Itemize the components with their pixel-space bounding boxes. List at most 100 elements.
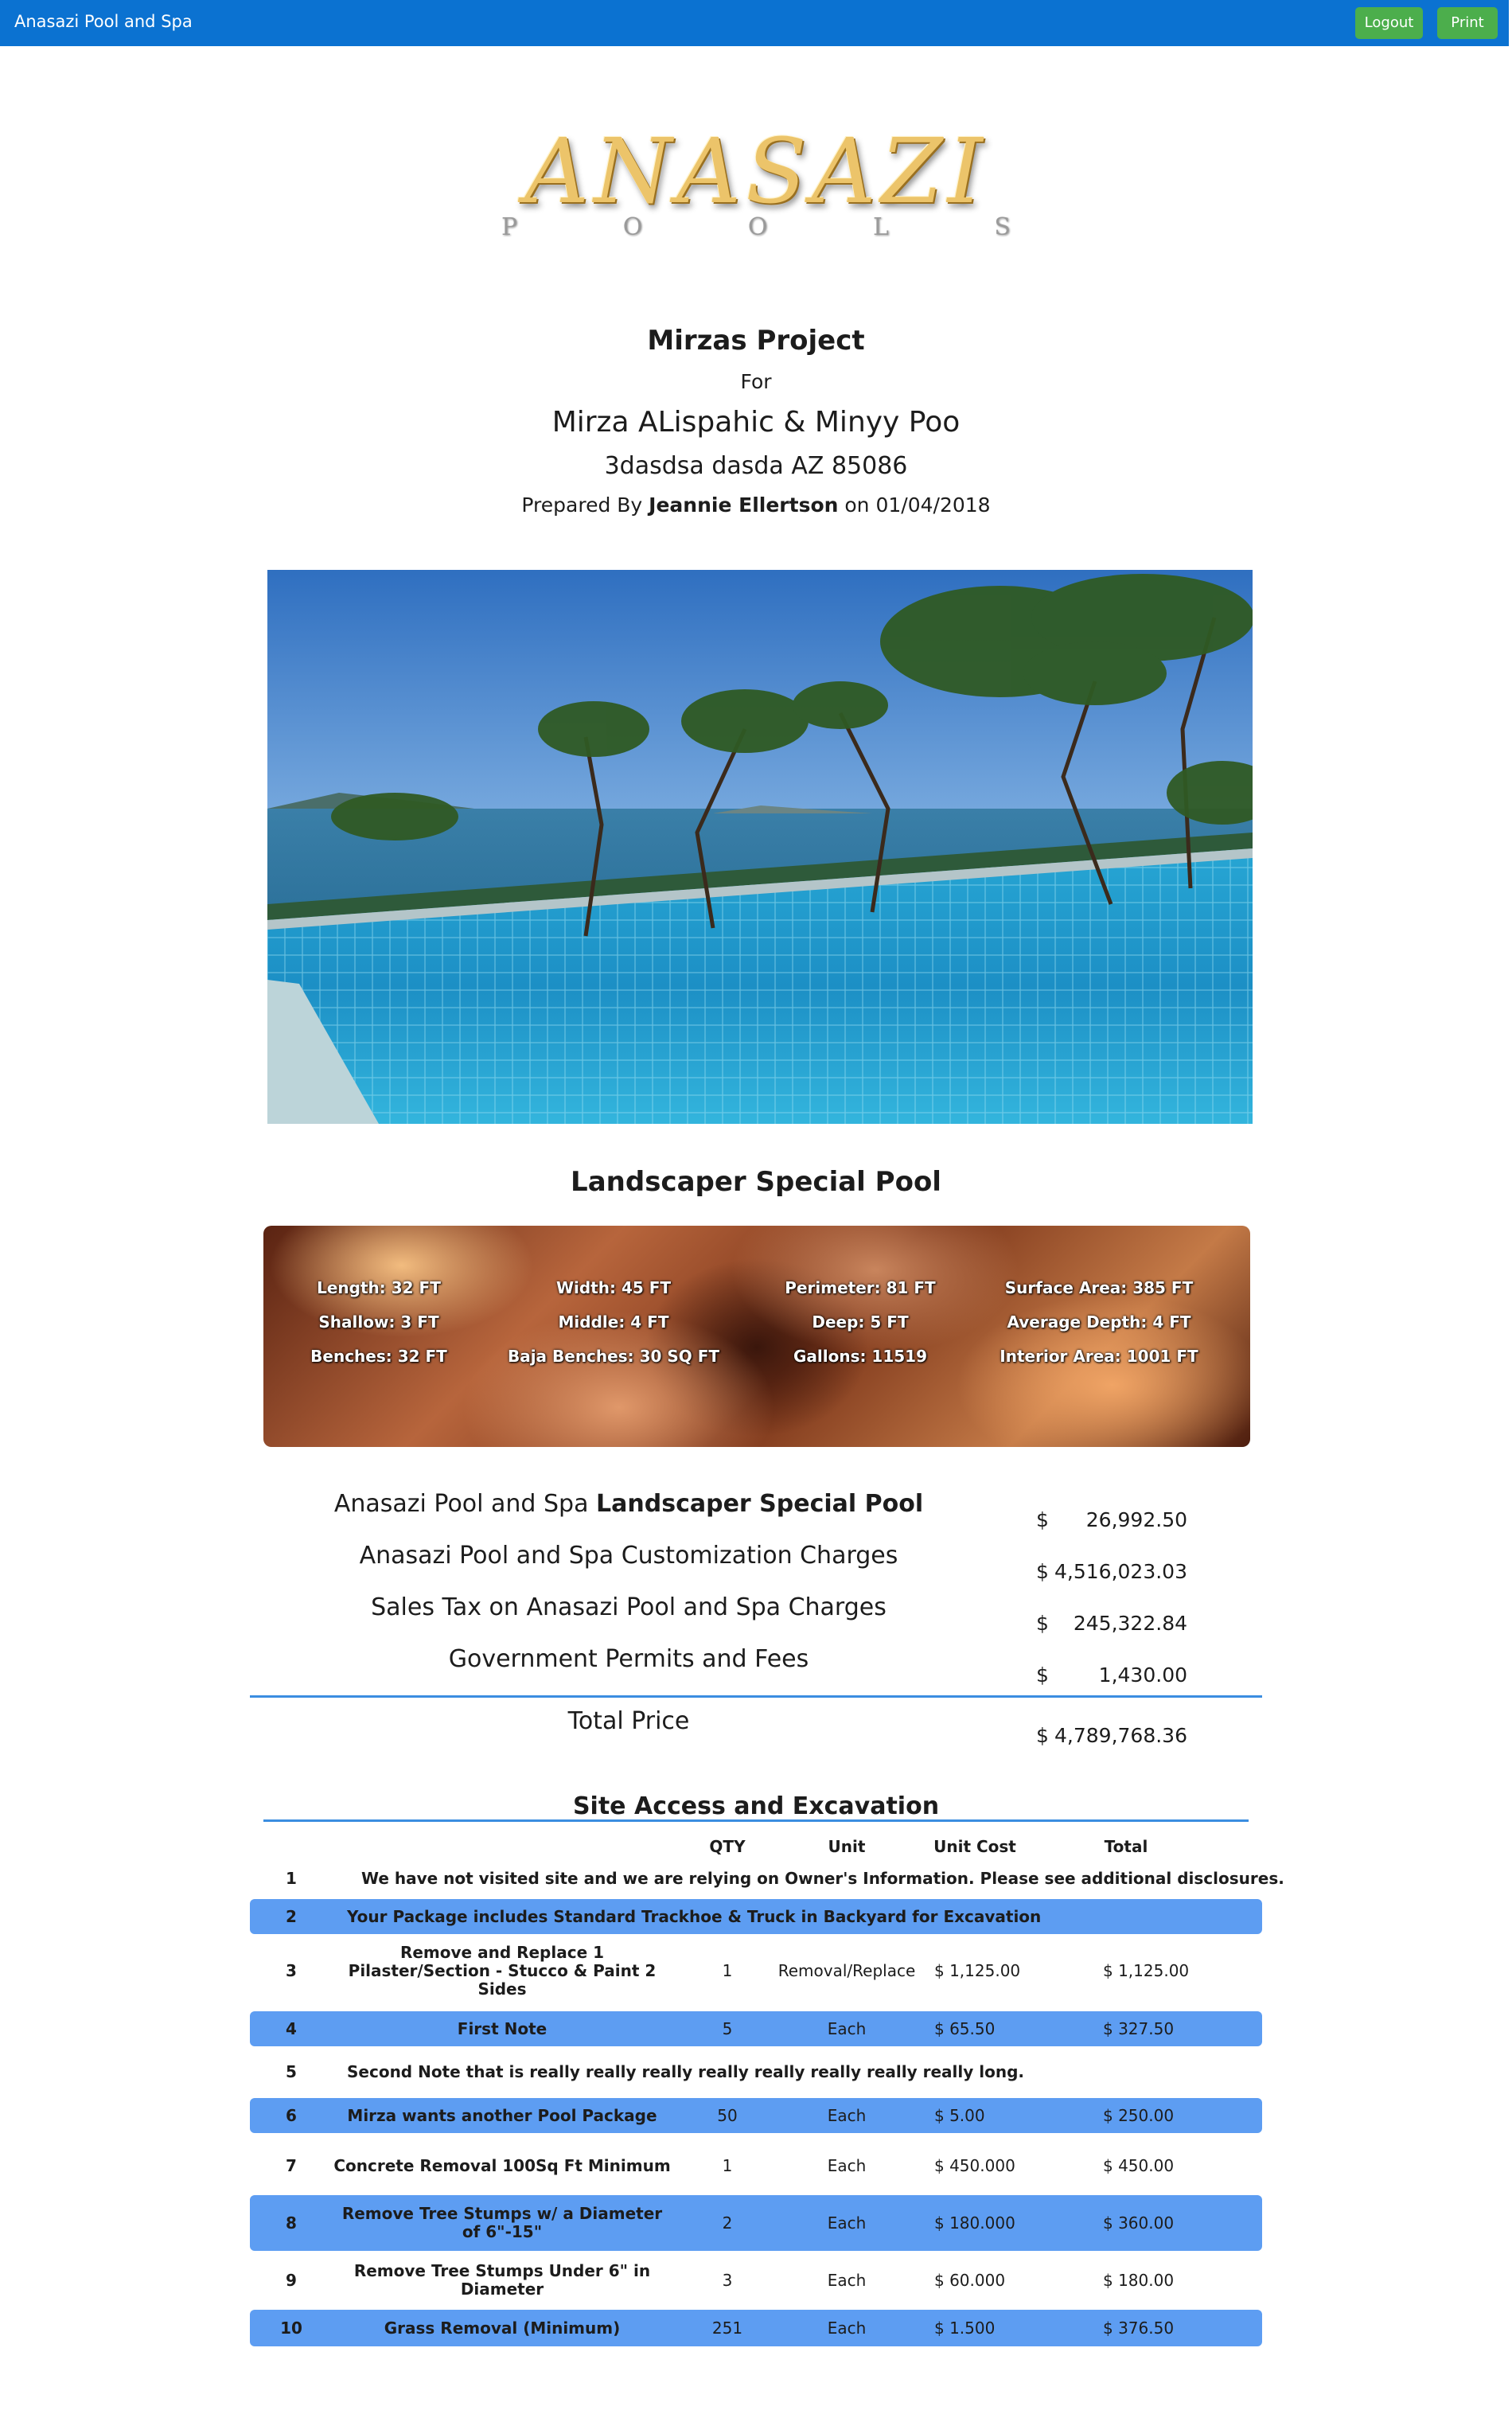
price-amount: 245,322.84 (1073, 1612, 1187, 1635)
row-unit: Each (827, 2018, 867, 2038)
row-number: 5 (286, 2061, 297, 2081)
row-total: $ 327.50 (1103, 2018, 1175, 2038)
dimension-benches: Benches: 32 FT (310, 1347, 447, 1366)
client-address: 3dasdsa dasda AZ 85086 (604, 452, 908, 480)
table-row: 5 Second Note that is really really real… (250, 2053, 1262, 2090)
row-number: 3 (286, 1960, 297, 1980)
row-unit-cost: $ 450.000 (934, 2155, 1015, 2175)
row-note: Your Package includes Standard Trackhoe … (347, 1906, 1042, 1926)
total-price-label: Total Price (567, 1707, 690, 1735)
row-total: $ 360.00 (1103, 2213, 1175, 2233)
row-number: 2 (286, 1906, 297, 1926)
price-line-customization: Anasazi Pool and Spa Customization Charg… (359, 1542, 898, 1570)
column-header-qty: QTY (709, 1837, 746, 1856)
dimension-baja-benches: Baja Benches: 30 SQ FT (507, 1347, 720, 1366)
row-unit: Each (827, 2270, 867, 2290)
row-total: $ 250.00 (1103, 2105, 1175, 2125)
row-number: 4 (286, 2018, 297, 2038)
row-qty: 5 (722, 2018, 733, 2038)
table-row: 6 Mirza wants another Pool Package 50 Ea… (250, 2098, 1262, 2133)
pool-photo (267, 570, 1253, 1124)
dimension-gallons: Gallons: 11519 (793, 1347, 928, 1366)
row-number: 10 (280, 2318, 302, 2338)
table-row: 9 Remove Tree Stumps Under 6" in Diamete… (250, 2256, 1262, 2305)
dimension-deep: Deep: 5 FT (812, 1312, 909, 1332)
total-divider (250, 1695, 1262, 1698)
logo-wordmark: ANASAZI (524, 120, 988, 224)
for-label: For (740, 370, 772, 393)
row-unit: Each (827, 2105, 867, 2125)
price-line-package-prefix: Anasazi Pool and Spa (333, 1490, 589, 1518)
logo-sub-letter: O (747, 213, 768, 241)
anasazi-pools-logo: ANASAZI P O O L S (414, 127, 1098, 247)
prepared-by-line: Prepared By Jeannie Ellertson on 01/04/2… (0, 493, 1512, 517)
price-line-package-name: Landscaper Special Pool (596, 1490, 924, 1518)
dimension-perimeter: Perimeter: 81 FT (785, 1278, 936, 1297)
pool-package-title: Landscaper Special Pool (571, 1166, 941, 1198)
pool-photo-illustration (267, 570, 1253, 1124)
row-description: Concrete Removal 100Sq Ft Minimum (333, 2155, 671, 2175)
table-row: 1 We have not visited site and we are re… (250, 1862, 1284, 1894)
row-note: We have not visited site and we are rely… (361, 1868, 1284, 1888)
dimension-surface-area: Surface Area: 385 FT (1004, 1278, 1194, 1297)
site-access-divider (263, 1819, 1249, 1822)
row-number: 6 (286, 2105, 297, 2125)
price-amount: 4,516,023.03 (1054, 1560, 1187, 1583)
row-description: Mirza wants another Pool Package (347, 2105, 657, 2125)
row-qty: 251 (711, 2318, 743, 2338)
price-line-permits: Government Permits and Fees (448, 1645, 809, 1673)
row-total: $ 450.00 (1103, 2155, 1175, 2175)
table-row: 10 Grass Removal (Minimum) 251 Each $ 1.… (250, 2310, 1262, 2346)
print-button[interactable]: Print (1437, 7, 1498, 39)
row-total: $ 376.50 (1103, 2318, 1175, 2338)
dimension-interior-area: Interior Area: 1001 FT (1000, 1347, 1198, 1366)
prepared-date: 01/04/2018 (875, 493, 991, 517)
price-amount: 1,430.00 (1098, 1663, 1187, 1687)
row-description: First Note (457, 2018, 548, 2038)
row-number: 9 (286, 2270, 297, 2290)
table-row: 8 Remove Tree Stumps w/ a Diameter of 6"… (250, 2195, 1262, 2251)
row-number: 1 (286, 1868, 297, 1888)
row-note: Second Note that is really really really… (347, 2061, 1025, 2081)
logout-button[interactable]: Logout (1355, 7, 1423, 39)
navbar-brand[interactable]: Anasazi Pool and Spa (14, 12, 193, 31)
row-description: Remove Tree Stumps w/ a Diameter of 6"-1… (341, 2204, 663, 2241)
table-row: 2 Your Package includes Standard Trackho… (250, 1899, 1262, 1934)
row-unit-cost: $ 1.500 (934, 2318, 996, 2338)
row-unit: Removal/Replace (777, 1960, 916, 1980)
row-description: Grass Removal (Minimum) (384, 2318, 621, 2338)
row-unit: Each (827, 2318, 867, 2338)
row-unit: Each (827, 2155, 867, 2175)
row-total: $ 180.00 (1103, 2270, 1175, 2290)
row-total: $ 1,125.00 (1103, 1960, 1190, 1980)
dimension-length: Length: 32 FT (317, 1278, 441, 1297)
total-price-amount: 4,789,768.36 (1054, 1724, 1187, 1747)
preparer-name: Jeannie Ellertson (649, 493, 839, 517)
dimension-middle: Middle: 4 FT (558, 1312, 669, 1332)
row-unit-cost: $ 180.000 (934, 2213, 1015, 2233)
logo-sub-letter: P (501, 213, 518, 241)
client-name: Mirza ALispahic & Minyy Poo (551, 406, 961, 439)
row-description: Remove Tree Stumps Under 6" in Diameter (353, 2261, 651, 2299)
logo-sub-letter: L (872, 213, 889, 241)
prepared-prefix: Prepared By (521, 493, 643, 517)
row-unit-cost: $ 5.00 (934, 2105, 985, 2125)
pool-dimensions-panel: Length: 32 FT Width: 45 FT Perimeter: 81… (263, 1226, 1250, 1447)
row-qty: 2 (722, 2213, 733, 2233)
prepared-on-prefix: on (844, 493, 870, 517)
currency-symbol: $ (1036, 1508, 1049, 1531)
table-row: 3 Remove and Replace 1 Pilaster/Section … (250, 1939, 1262, 2003)
row-unit: Each (827, 2213, 867, 2233)
price-line-package: Anasazi Pool and Spa Landscaper Special … (318, 1490, 939, 1518)
project-title: Mirzas Project (647, 325, 865, 357)
dimension-shallow: Shallow: 3 FT (318, 1312, 439, 1332)
column-header-total: Total (1104, 1837, 1148, 1856)
row-qty: 1 (722, 1960, 733, 1980)
row-qty: 50 (717, 2105, 738, 2125)
logo-sub-letter: O (622, 213, 643, 241)
dimension-width: Width: 45 FT (555, 1278, 672, 1297)
currency-symbol: $ (1036, 1724, 1049, 1747)
top-navbar: Anasazi Pool and Spa Logout Print (0, 0, 1509, 46)
price-line-sales-tax: Sales Tax on Anasazi Pool and Spa Charge… (371, 1593, 887, 1621)
row-unit-cost: $ 60.000 (934, 2270, 1006, 2290)
